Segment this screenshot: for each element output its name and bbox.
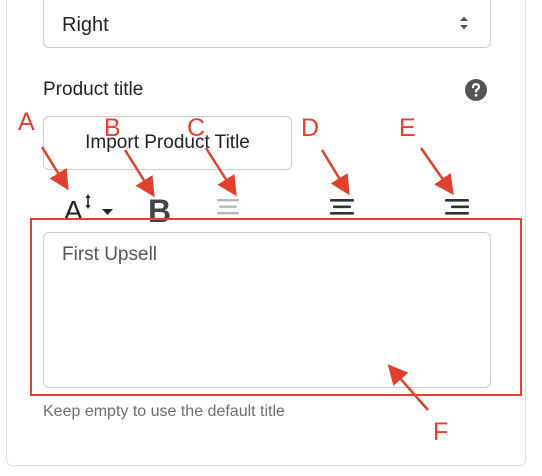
alignment-select[interactable]: Right: [43, 0, 491, 48]
import-product-title-button[interactable]: Import Product Title: [43, 116, 292, 170]
annotation-box-f: [30, 218, 522, 396]
align-left-icon[interactable]: [216, 196, 242, 218]
select-arrows-icon: [460, 16, 468, 30]
align-right-icon[interactable]: [444, 196, 470, 218]
alignment-select-value: Right: [62, 14, 109, 36]
annotation-label-d: D: [301, 114, 320, 142]
product-title-hint: Keep empty to use the default title: [43, 403, 285, 420]
align-center-icon[interactable]: [329, 196, 355, 218]
annotation-label-c: C: [187, 114, 206, 142]
annotation-label-b: B: [104, 114, 121, 142]
annotation-label-a: A: [18, 108, 35, 136]
annotation-label-e: E: [399, 114, 416, 142]
question-circle-icon[interactable]: [464, 78, 488, 102]
annotation-label-f: F: [433, 418, 449, 446]
product-title-label: Product title: [43, 79, 144, 100]
